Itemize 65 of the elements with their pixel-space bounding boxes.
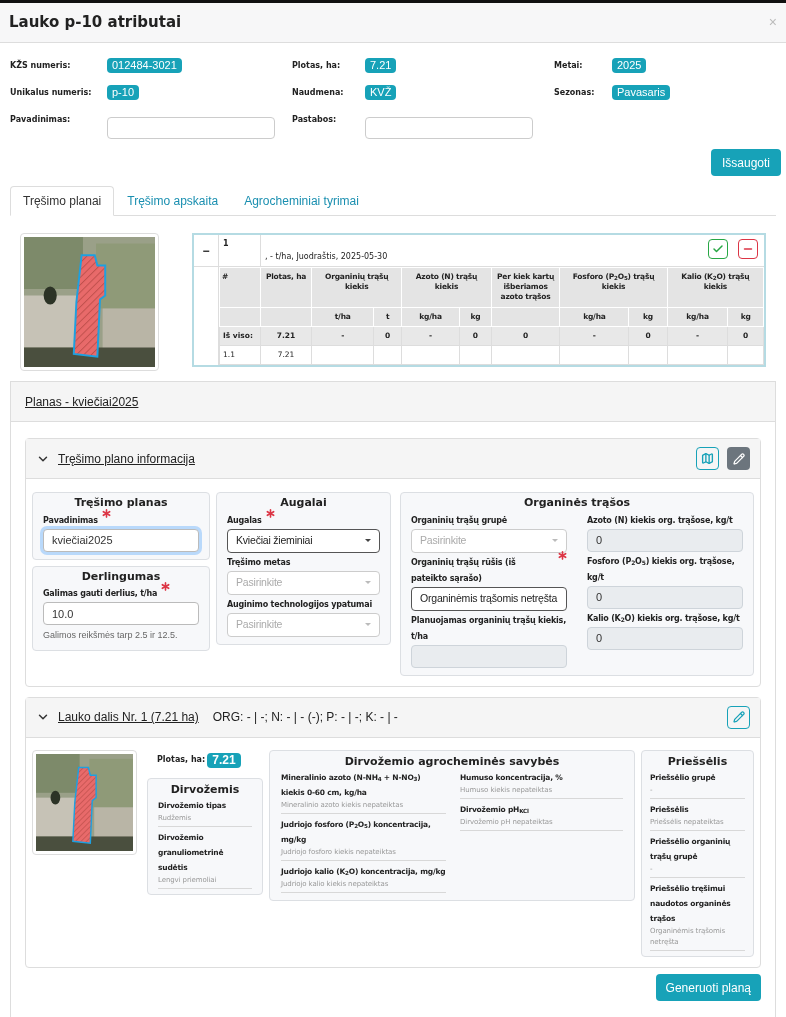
edit-button[interactable] [727, 705, 750, 729]
attribute-value: Pavasaris [612, 85, 671, 100]
field-label: Planuojamas organinių trąšų kiekis, t/ha [411, 614, 567, 643]
tab[interactable]: Tręšimo apskaita [114, 186, 232, 216]
caret-icon [365, 538, 371, 543]
text-field[interactable]: kviečiai2025 [43, 528, 199, 552]
pencil-icon [732, 452, 745, 465]
field-label: Augalas [227, 514, 262, 527]
field-label: Pavadinimas [43, 514, 98, 527]
attribute-label: KŽS numeris: [10, 59, 72, 72]
attribute-label: Metai: [554, 59, 584, 72]
panel-title: Organinės trąšos [522, 495, 632, 511]
panel-title: Augalai [279, 495, 328, 511]
check-icon [712, 243, 724, 255]
text-field[interactable]: 10.0 [43, 602, 199, 625]
help-text: Galimos reikšmės tarp 2.5 ir 12.5. [43, 629, 179, 642]
map-button[interactable] [696, 447, 719, 470]
field-label: Galimas gauti derlius, t/ha [43, 588, 158, 600]
text-field[interactable] [107, 117, 275, 139]
attribute-value: 7.21 [365, 58, 397, 73]
window-title: Lauko p-10 atributai [9, 12, 182, 34]
confirm-button[interactable] [708, 239, 728, 259]
area-label: Plotas, ha: [157, 754, 206, 766]
remove-button[interactable] [738, 239, 758, 259]
select-field[interactable]: Organinėmis trąšomis netręšta [411, 586, 567, 611]
panel-title: Dirvožemio agrocheminės savybės [343, 753, 561, 770]
panel-title: Derlingumas [80, 568, 162, 585]
area-value: 7.21 [207, 752, 241, 768]
attribute-label: Unikalus numeris: [10, 86, 93, 99]
field-label: Organinių trąšų rūšis (iš pateikto sąrašo) [411, 556, 517, 585]
select-field[interactable]: Kviečiai žieminiai [227, 528, 380, 553]
field-label: Auginimo technologijos ypatumai [227, 598, 372, 611]
attribute-label: Pastabos: [292, 113, 338, 126]
section-title-link[interactable]: Lauko dalis Nr. 1 (7.21 ha) [58, 708, 199, 726]
plan-summary: , - t/ha, Juodraštis, 2025-05-30 [265, 251, 388, 263]
pencil-icon [732, 711, 745, 723]
edit-button[interactable] [727, 447, 750, 470]
attribute-value: 012484-3021 [107, 58, 182, 73]
field-label: Fosforo (P$_{2}$O$_{5}$) kiekis org. trąšose, kg/t [587, 555, 736, 584]
attribute-label: Sezonas: [554, 86, 596, 99]
panel-title: Tręšimo planas [73, 495, 169, 511]
plan-title-link[interactable]: Planas - kviečiai2025 [25, 392, 139, 411]
panel-title: Dirvožemis [169, 781, 241, 798]
map-icon [701, 452, 714, 465]
caret-icon [365, 622, 371, 627]
plot-summary: ORG: - | -; N: - | - (-); P: - | -; K: - | - [212, 709, 398, 726]
section-title-link[interactable]: Tręšimo plano informacija [58, 449, 195, 468]
tab[interactable]: Agrocheminiai tyrimai [231, 186, 372, 216]
field-label: Tręšimo metas [227, 556, 291, 569]
attribute-value: 2025 [612, 58, 647, 73]
field-label: Organinių trąšų grupė [411, 514, 507, 527]
text-field[interactable] [365, 117, 533, 139]
field-label: Azoto (N) kiekis org. trąšose, kg/t [587, 514, 733, 527]
attribute-label: Pavadinimas: [10, 113, 72, 126]
field-label: Kalio (K$_{2}$O) kiekis org. trąšose, kg/t [587, 612, 740, 625]
attribute-label: Naudmena: [292, 86, 345, 99]
attribute-value: p-10 [107, 85, 140, 100]
attribute-label: Plotas, ha: [292, 59, 342, 72]
collapse-toggle[interactable]: − [194, 235, 219, 266]
tab[interactable]: Tręšimo planai [10, 186, 115, 216]
plan-number: 1 [219, 235, 261, 266]
panel-title: Priešsėlis [666, 753, 729, 770]
attribute-value: KVŽ [365, 85, 397, 100]
caret-icon [552, 538, 558, 543]
caret-icon [365, 580, 371, 585]
